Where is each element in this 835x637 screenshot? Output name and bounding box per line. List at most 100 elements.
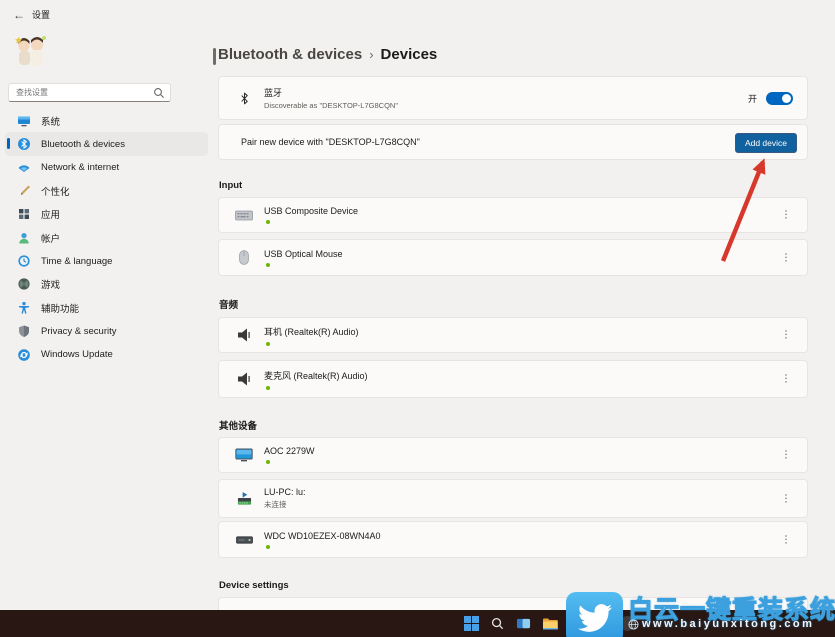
bluetooth-subtitle: Discoverable as "DESKTOP-L7G8CQN" (264, 101, 398, 110)
speaker-icon (233, 328, 255, 342)
harddrive-icon (233, 536, 255, 544)
sidebar-item-system[interactable]: 系统 (5, 109, 208, 132)
status-dot (266, 545, 270, 549)
time-language-icon (17, 254, 31, 268)
breadcrumb-parent[interactable]: Bluetooth & devices (218, 46, 362, 63)
media-device-icon (233, 491, 255, 506)
back-button[interactable]: ← (10, 7, 28, 23)
apps-icon (17, 207, 31, 221)
breadcrumb: Bluetooth & devices›Devices (218, 46, 437, 63)
sidebar-item-windows-update[interactable]: Windows Update (5, 343, 208, 366)
sidebar-item-label: Bluetooth & devices (41, 139, 125, 150)
personalization-icon (17, 184, 31, 198)
hidden-app-icon[interactable] (593, 615, 610, 632)
sidebar-item-apps[interactable]: 应用 (5, 203, 208, 226)
sidebar-nav: 系统 Bluetooth & devices Network & interne… (5, 109, 208, 366)
chrome-icon[interactable] (567, 615, 584, 632)
sidebar-item-accessibility[interactable]: 辅助功能 (5, 296, 208, 319)
bluetooth-toggle-card: 蓝牙 Discoverable as "DESKTOP-L7G8CQN" 开 (218, 76, 808, 120)
bluetooth-icon (17, 137, 31, 151)
more-options-button[interactable]: ⋮ (779, 330, 793, 341)
speaker-icon (233, 372, 255, 386)
sidebar-item-time-language[interactable]: Time & language (5, 249, 208, 272)
file-explorer-icon[interactable] (541, 615, 558, 632)
sidebar: 系统 Bluetooth & devices Network & interne… (0, 30, 212, 610)
pair-device-label: Pair new device with "DESKTOP-L7G8CQN" (241, 137, 420, 147)
start-icon[interactable] (463, 615, 480, 632)
network-icon (17, 160, 31, 174)
status-dot (266, 460, 270, 464)
gaming-icon (17, 277, 31, 291)
sidebar-item-gaming[interactable]: 游戏 (5, 273, 208, 296)
sidebar-item-label: Network & internet (41, 162, 119, 173)
sidebar-item-privacy-security[interactable]: Privacy & security (5, 320, 208, 343)
sidebar-item-label: 游戏 (41, 277, 60, 291)
sidebar-item-label: Privacy & security (41, 326, 117, 337)
pair-device-card: Pair new device with "DESKTOP-L7G8CQN" A… (218, 124, 808, 160)
window-title: 设置 (32, 8, 50, 21)
device-row-harddrive[interactable]: WDC WD10EZEX-08WN4A0 ⋮ (218, 521, 808, 558)
status-dot (266, 220, 270, 224)
sidebar-item-label: 个性化 (41, 184, 70, 198)
mouse-icon (233, 250, 255, 265)
more-options-button[interactable]: ⋮ (779, 493, 793, 504)
section-heading-audio: 音频 (219, 297, 238, 311)
monitor-icon (233, 448, 255, 462)
section-heading-other-devices: 其他设备 (219, 418, 257, 432)
settings-window: ← 设置 系统 (0, 0, 835, 637)
bluetooth-title: 蓝牙 (264, 86, 398, 99)
bluetooth-toggle[interactable] (766, 92, 793, 105)
sidebar-scrollbar[interactable] (213, 48, 216, 65)
sidebar-item-label: Time & language (41, 256, 112, 267)
status-dot (266, 342, 270, 346)
taskbar (0, 610, 835, 637)
device-row-headphones[interactable]: 耳机 (Realtek(R) Audio) ⋮ (218, 317, 808, 353)
device-row-monitor[interactable]: AOC 2279W ⋮ (218, 437, 808, 473)
search-input[interactable] (9, 88, 152, 97)
device-row-microphone[interactable]: 麦克风 (Realtek(R) Audio) ⋮ (218, 360, 808, 398)
breadcrumb-current: Devices (381, 46, 438, 63)
toggle-on-label: 开 (748, 92, 757, 105)
search-icon[interactable] (152, 86, 166, 100)
status-dot (266, 263, 270, 267)
search-box (8, 83, 171, 102)
taskbar-search-icon[interactable] (489, 615, 506, 632)
device-status-text: 未连接 (264, 499, 306, 510)
device-title: 麦克风 (Realtek(R) Audio) (264, 369, 368, 382)
device-row-usb-mouse[interactable]: USB Optical Mouse ⋮ (218, 239, 808, 276)
device-title: 耳机 (Realtek(R) Audio) (264, 325, 359, 338)
accessibility-icon (17, 301, 31, 315)
titlebar: ← 设置 (0, 0, 835, 30)
accounts-icon (17, 231, 31, 245)
windows-update-icon (17, 348, 31, 362)
device-title: WDC WD10EZEX-08WN4A0 (264, 531, 381, 541)
task-view-icon[interactable] (515, 615, 532, 632)
sidebar-item-network-internet[interactable]: Network & internet (5, 156, 208, 179)
more-options-button[interactable]: ⋮ (779, 252, 793, 263)
sidebar-item-label: 系统 (41, 114, 60, 128)
section-heading-input: Input (219, 180, 242, 191)
user-avatar[interactable] (14, 34, 48, 72)
device-title: AOC 2279W (264, 446, 315, 456)
device-settings-card-partial[interactable] (218, 597, 808, 610)
hidden-app-icon[interactable] (619, 615, 636, 632)
more-options-button[interactable]: ⋮ (779, 450, 793, 461)
more-options-button[interactable]: ⋮ (779, 534, 793, 545)
sidebar-item-bluetooth-devices[interactable]: Bluetooth & devices (5, 132, 208, 155)
sidebar-item-personalization[interactable]: 个性化 (5, 179, 208, 202)
sidebar-item-label: Windows Update (41, 349, 113, 360)
more-options-button[interactable]: ⋮ (779, 210, 793, 221)
device-row-usb-composite[interactable]: USB Composite Device ⋮ (218, 197, 808, 233)
system-icon (17, 114, 31, 128)
section-heading-device-settings: Device settings (219, 580, 289, 591)
sidebar-item-accounts[interactable]: 帐户 (5, 226, 208, 249)
privacy-icon (17, 324, 31, 338)
more-options-button[interactable]: ⋮ (779, 374, 793, 385)
sidebar-item-label: 帐户 (41, 231, 60, 245)
keyboard-icon (233, 210, 255, 221)
device-row-media-server[interactable]: LU-PC: lu: 未连接 ⋮ (218, 479, 808, 518)
add-device-button[interactable]: Add device (735, 133, 797, 153)
device-title: LU-PC: lu: (264, 487, 306, 497)
breadcrumb-separator-icon: › (362, 47, 380, 62)
status-dot (266, 386, 270, 390)
